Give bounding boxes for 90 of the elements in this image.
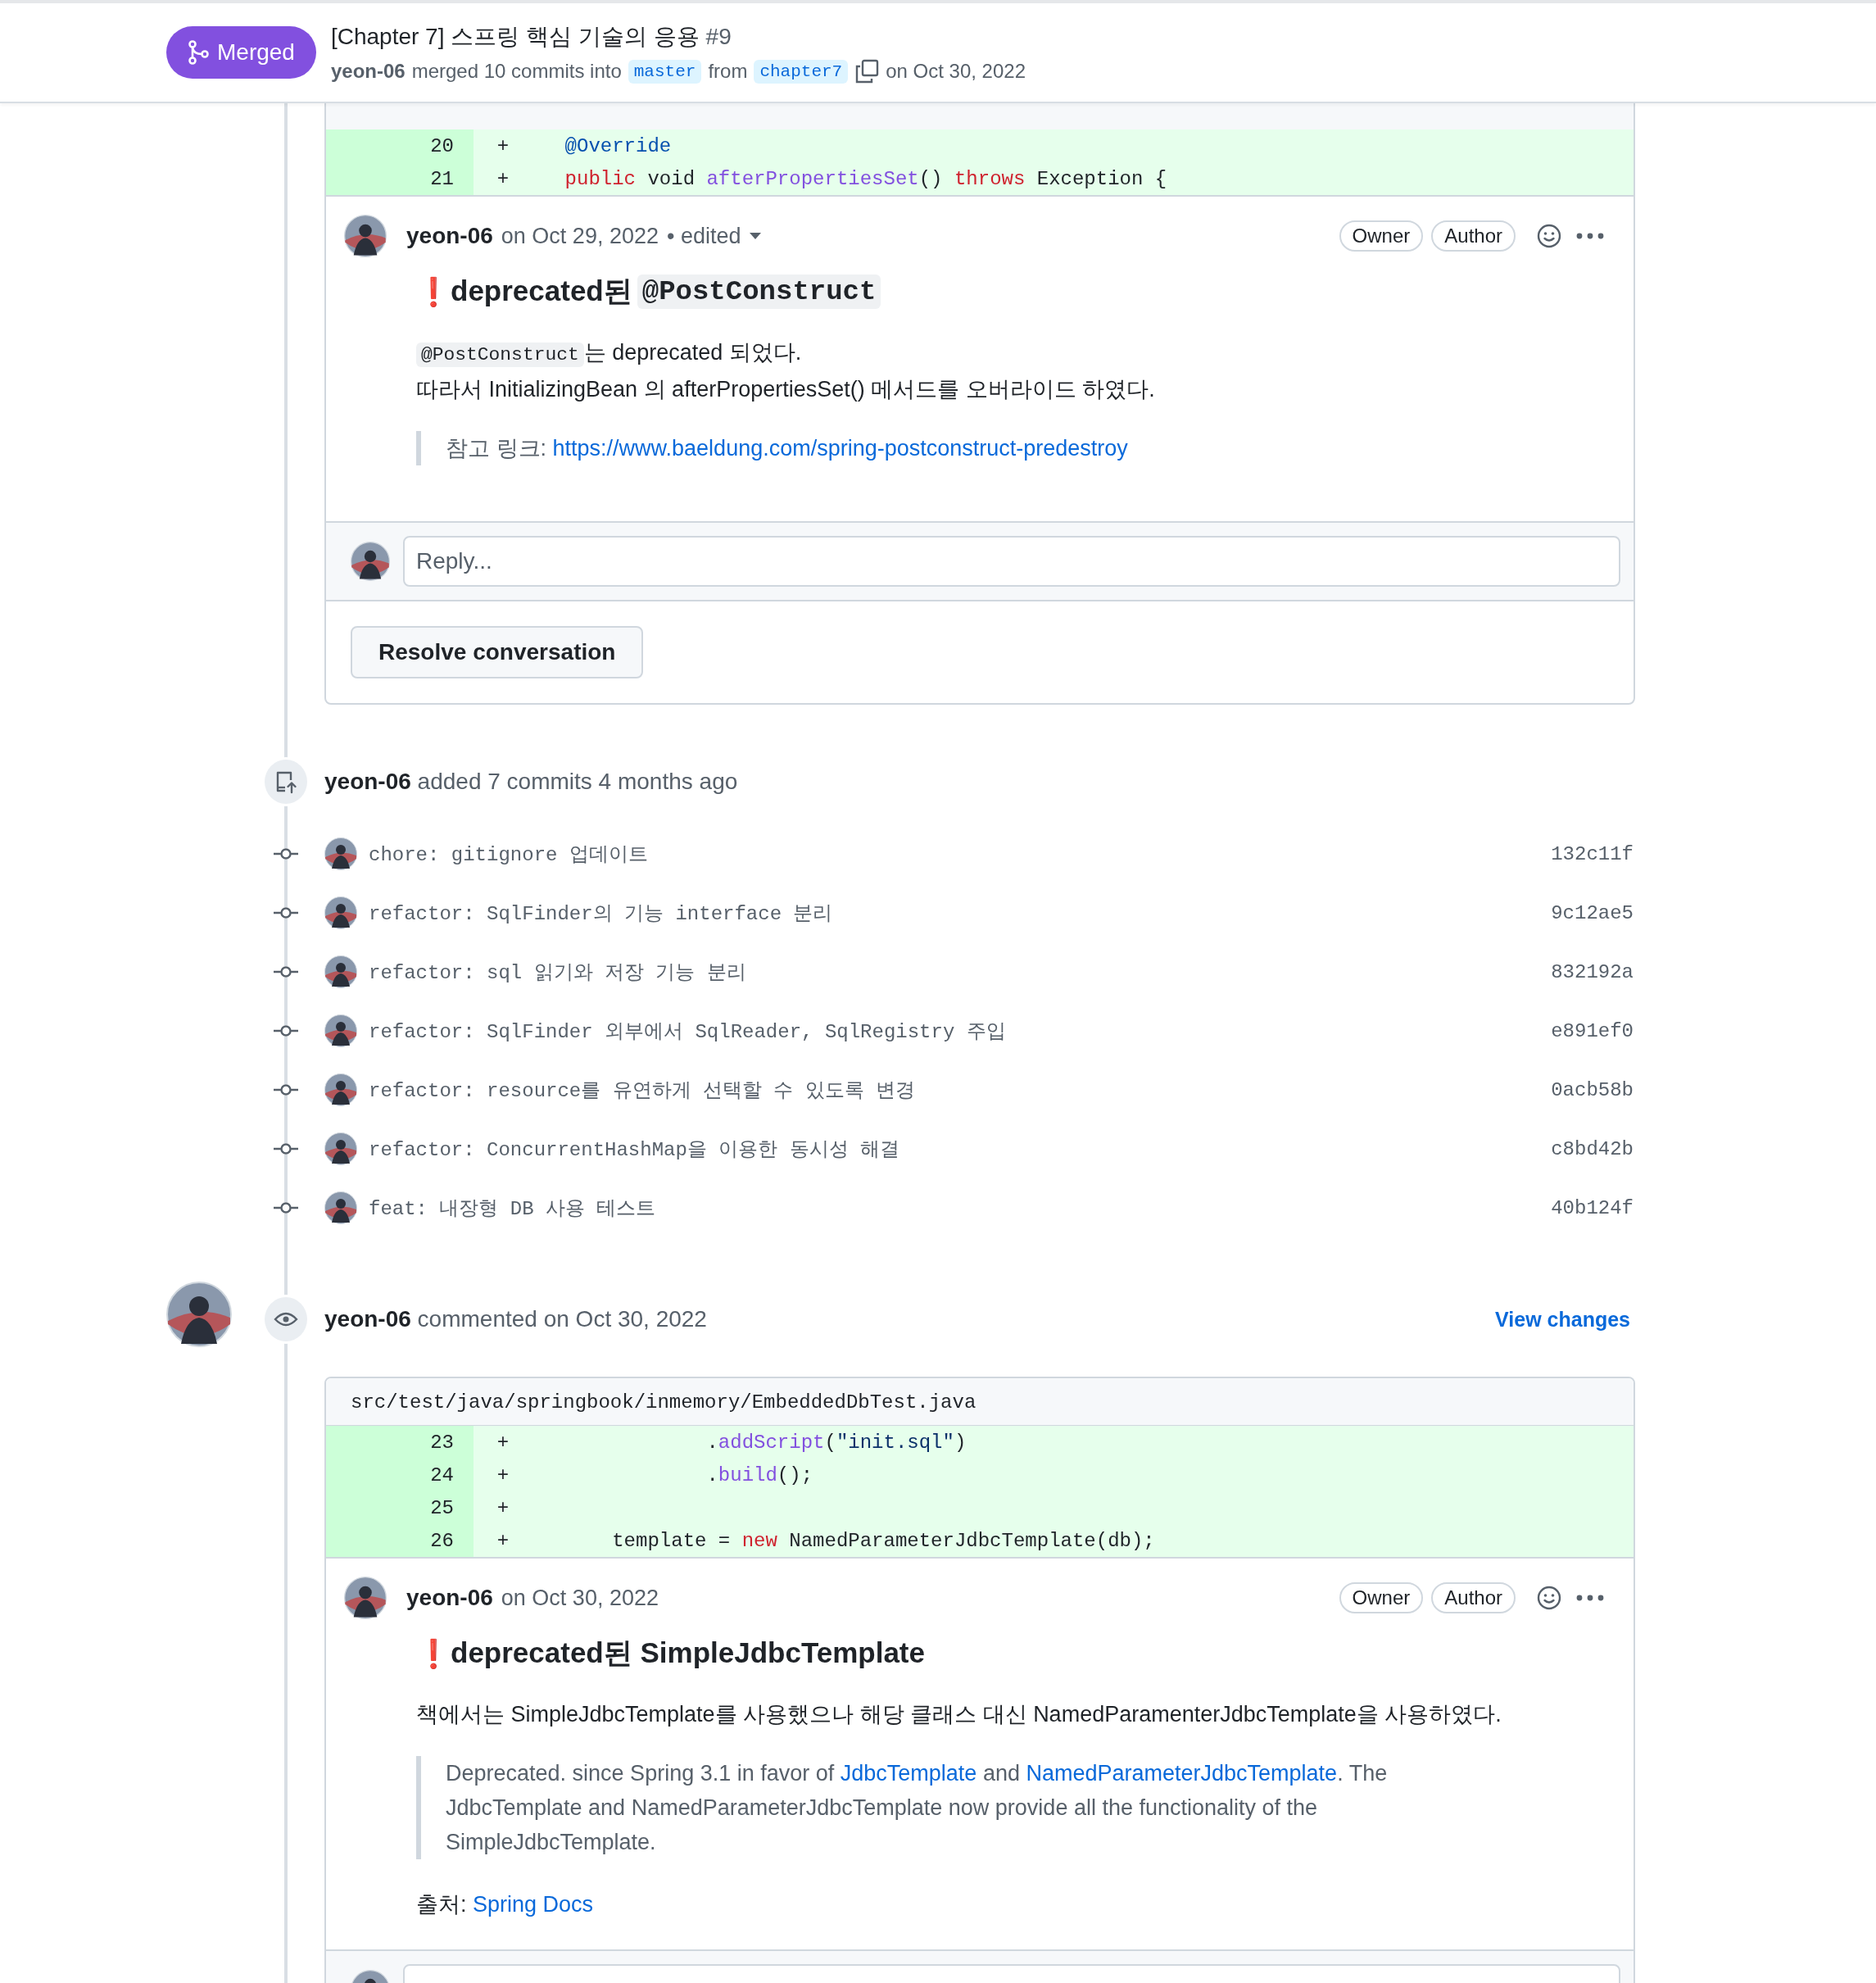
file-path: src/test/java/springbook/inmemory/EmbeddedDbTest.java: [351, 1391, 977, 1414]
author-name[interactable]: yeon-06: [406, 223, 493, 249]
link[interactable]: https://www.baeldung.com/spring-postconstruct-predestroy: [552, 436, 1128, 461]
commit-sha[interactable]: c8bd42b: [1551, 1137, 1634, 1160]
author-name[interactable]: yeon-06: [406, 1585, 493, 1611]
more-icon[interactable]: [1576, 1595, 1604, 1601]
branch-label[interactable]: master: [628, 59, 702, 84]
role-badge: Author: [1431, 1582, 1516, 1613]
comment-date: on Oct 29, 2022: [501, 223, 659, 249]
role-badge: Owner: [1339, 1582, 1424, 1613]
line-number: 24: [326, 1459, 474, 1491]
edited-label[interactable]: • edited: [666, 223, 741, 249]
exclamation-icon: ❗: [416, 275, 446, 308]
avatar: [324, 1014, 357, 1047]
diff-sign: +: [496, 134, 510, 157]
avatar: [324, 896, 357, 929]
smiley-icon[interactable]: [1537, 1586, 1561, 1610]
avatar: [344, 1577, 387, 1619]
exclamation-icon: ❗: [416, 1636, 446, 1670]
code-line: @Override: [564, 134, 672, 157]
code-line: public void afterPropertiesSet() throws Exception {: [564, 167, 1167, 190]
commit-sha[interactable]: 0acb58b: [1551, 1078, 1634, 1101]
comment-heading: deprecated된: [451, 274, 632, 308]
comment-heading: deprecated된 SimpleJdbcTemplate: [451, 1636, 925, 1670]
merge-text: from: [708, 60, 748, 83]
commit-sha[interactable]: e891ef0: [1551, 1019, 1634, 1042]
comment-text: 따라서 InitializingBean 의 afterPropertiesSet() 메서드를 오버라이드 하였다.: [416, 377, 1155, 402]
quote-text: Deprecated. since Spring 3.1 in favor of JdbcTemplate and NamedParameterJdbcTemplate. The JdbcTemplate and NamedParameterJdbcTemplate now provide all the functionality of the SimpleJdbcTemplate.: [446, 1760, 1389, 1856]
pr-title: [Chapter 7] 스프링 핵심 기술의 응용: [330, 23, 700, 51]
avatar: [324, 1191, 357, 1224]
comment-text: 출처:: [416, 1892, 468, 1917]
commit-message[interactable]: refactor: SqlFinder의 기능 interface 분리: [369, 900, 833, 926]
line-number: 23: [326, 1426, 474, 1459]
line-number: 21: [326, 162, 474, 195]
commit-message[interactable]: refactor: SqlFinder 외부에서 SqlReader, SqlRegistry 주입: [369, 1018, 1006, 1044]
code-line: .addScript("init.sql"): [705, 1431, 967, 1454]
link[interactable]: JdbcTemplate: [840, 1761, 977, 1786]
avatar: [351, 542, 390, 581]
event-text: added 7 commits 4 months ago: [417, 769, 738, 794]
pr-number: #9: [705, 24, 732, 50]
merge-date: on Oct 30, 2022: [886, 60, 1026, 83]
diff-sign: +: [496, 167, 510, 190]
more-icon[interactable]: [1576, 233, 1604, 239]
author-name[interactable]: yeon-06: [330, 60, 406, 83]
commit-sha[interactable]: 9c12ae5: [1551, 901, 1634, 924]
avatar: [324, 955, 357, 988]
inline-code: @PostConstruct: [637, 274, 881, 309]
commit-message[interactable]: chore: gitignore 업데이트: [369, 841, 648, 867]
reply-field[interactable]: Reply...: [403, 536, 1620, 587]
view-changes-link[interactable]: View changes: [1495, 1307, 1630, 1332]
commit-message[interactable]: refactor: sql 읽기와 저장 기능 분리: [369, 959, 746, 985]
inline-code: @PostConstruct: [416, 343, 584, 367]
commit-sha[interactable]: 832192a: [1551, 960, 1634, 983]
avatar: [344, 215, 387, 257]
line-number: 26: [326, 1524, 474, 1557]
commit-message[interactable]: refactor: resource를 유연하게 선택할 수 있도록 변경: [369, 1077, 916, 1103]
comment-date: on Oct 30, 2022: [501, 1585, 659, 1611]
quote-text: 참고 링크: https://www.baeldung.com/spring-postconstruct-predestroy: [446, 435, 1129, 462]
commit-sha[interactable]: 40b124f: [1551, 1196, 1634, 1219]
code-line: .build();: [705, 1463, 813, 1486]
line-number: 25: [326, 1491, 474, 1524]
merge-text: merged 10 commits into: [411, 60, 622, 83]
merged-badge: Merged: [166, 26, 316, 79]
author-name[interactable]: yeon-06: [324, 1306, 411, 1332]
copy-icon[interactable]: [854, 59, 880, 84]
comment-text: 는 deprecated 되었다.: [583, 340, 802, 365]
caret-icon[interactable]: [749, 233, 761, 239]
role-badge: Owner: [1339, 220, 1424, 252]
diff-sign: +: [496, 1496, 510, 1519]
event-text: commented on Oct 30, 2022: [417, 1306, 707, 1332]
avatar: [324, 837, 357, 870]
commit-sha[interactable]: 132c11f: [1551, 842, 1634, 865]
resolve-button[interactable]: Resolve conversation: [351, 626, 644, 678]
code-line: template = new NamedParameterJdbcTemplate(db);: [611, 1529, 1155, 1552]
link[interactable]: NamedParameterJdbcTemplate: [1026, 1761, 1338, 1786]
commit-message[interactable]: feat: 내장형 DB 사용 테스트: [369, 1195, 656, 1221]
link[interactable]: Spring Docs: [473, 1892, 594, 1917]
merge-icon: [188, 40, 209, 65]
avatar: [324, 1132, 357, 1165]
comment-text: 책에서는 SimpleJdbcTemplate를 사용했으나 해당 클래스 대신 NamedParamenterJdbcTemplate을 사용하였다.: [416, 1702, 1502, 1727]
author-name[interactable]: yeon-06: [324, 769, 411, 794]
line-number: 20: [326, 129, 474, 162]
diff-sign: +: [496, 1463, 510, 1486]
diff-sign: +: [496, 1529, 510, 1552]
diff-sign: +: [496, 1431, 510, 1454]
smiley-icon[interactable]: [1537, 224, 1561, 248]
role-badge: Author: [1431, 220, 1516, 252]
branch-label[interactable]: chapter7: [754, 59, 849, 84]
commit-message[interactable]: refactor: ConcurrentHashMap을 이용한 동시성 해결: [369, 1136, 900, 1162]
avatar: [324, 1073, 357, 1106]
